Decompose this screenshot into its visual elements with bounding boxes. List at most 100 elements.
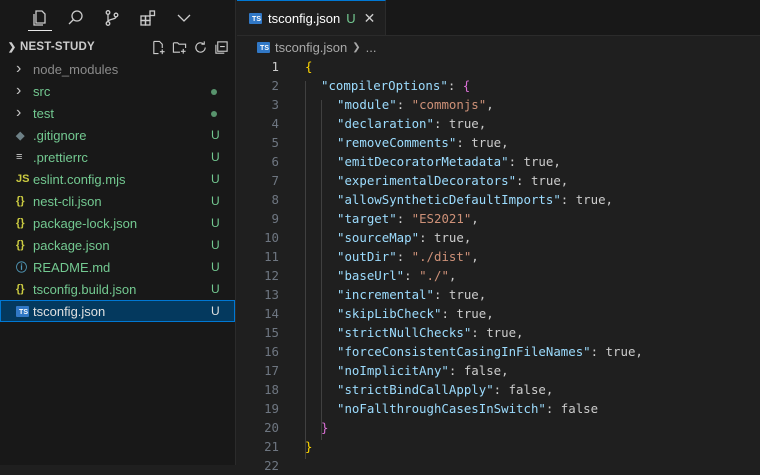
- code-area[interactable]: 1{2 "compilerOptions": {3 "module": "commo…: [237, 57, 760, 473]
- file-type-icon: {}: [16, 283, 25, 295]
- file-type-icon: ≡: [16, 151, 23, 163]
- code-line[interactable]: 21}: [237, 437, 760, 456]
- code-line[interactable]: 3 "module": "commonjs",: [237, 95, 760, 114]
- new-file-icon[interactable]: [151, 40, 166, 55]
- code-line[interactable]: 8 "allowSyntheticDefaultImports": true,: [237, 190, 760, 209]
- breadcrumb-more[interactable]: ...: [366, 40, 377, 55]
- code-token: : true,: [508, 154, 561, 169]
- chevron-right-icon[interactable]: ›: [16, 82, 33, 100]
- code-line[interactable]: 17 "noImplicitAny": false,: [237, 361, 760, 380]
- tree-folder[interactable]: › src: [0, 80, 235, 102]
- code-line[interactable]: 15 "strictNullChecks": true,: [237, 323, 760, 342]
- code-line[interactable]: 1{: [237, 57, 760, 76]
- code-token: "strictNullChecks": [337, 325, 472, 340]
- code-line[interactable]: 22: [237, 456, 760, 475]
- explorer-header[interactable]: ❯ NEST-STUDY: [0, 36, 235, 58]
- code-line[interactable]: 11 "outDir": "./dist",: [237, 247, 760, 266]
- tree-file[interactable]: ⓘ README.md U: [0, 256, 235, 278]
- line-number: 4: [271, 116, 279, 131]
- code-token: ,: [448, 268, 457, 283]
- line-number: 21: [264, 439, 279, 454]
- code-token: "removeComments": [337, 135, 457, 150]
- collapse-all-icon[interactable]: [214, 40, 229, 55]
- git-status-badge: U: [211, 260, 220, 274]
- more-chevron-icon[interactable]: [172, 6, 196, 30]
- code-line[interactable]: 19 "noFallthroughCasesInSwitch": false: [237, 399, 760, 418]
- source-control-icon[interactable]: [100, 6, 124, 30]
- tree-file[interactable]: {} nest-cli.json U: [0, 190, 235, 212]
- code-token: ,: [486, 97, 494, 112]
- line-content: "skipLibCheck": true,: [337, 306, 494, 321]
- tab-tsconfig[interactable]: TS tsconfig.json U ✕: [237, 0, 387, 35]
- code-token: }: [305, 439, 313, 454]
- search-icon[interactable]: [64, 6, 88, 30]
- git-status-badge: U: [211, 194, 220, 208]
- tree-file[interactable]: ◆ .gitignore U: [0, 124, 235, 146]
- breadcrumb-file[interactable]: tsconfig.json: [275, 40, 347, 55]
- tree-item-label: src: [33, 83, 51, 99]
- tree-item-label: tsconfig.build.json: [33, 281, 137, 297]
- collapse-chevron-icon[interactable]: ❯: [4, 42, 20, 53]
- line-content: "incremental": true,: [337, 287, 486, 302]
- line-content: {: [305, 59, 312, 74]
- tree-file[interactable]: {} package.json U: [0, 234, 235, 256]
- tree-folder[interactable]: › test: [0, 102, 235, 124]
- code-token: "incremental": [337, 287, 434, 302]
- code-line[interactable]: 7 "experimentalDecorators": true,: [237, 171, 760, 190]
- explorer-icon[interactable]: [28, 6, 52, 31]
- tab-git-status: U: [346, 10, 356, 26]
- refresh-icon[interactable]: [193, 40, 208, 55]
- file-tree: › node_modules › src › test ◆ .gitignore U ≡ .pret…: [0, 58, 235, 322]
- line-number: 11: [264, 249, 279, 264]
- file-type-icon: ⓘ: [16, 262, 27, 274]
- chevron-right-icon[interactable]: ›: [16, 104, 33, 122]
- tree-file[interactable]: JS eslint.config.mjs U: [0, 168, 235, 190]
- git-status-badge: U: [211, 282, 220, 296]
- code-token: : true,: [560, 192, 614, 207]
- code-line[interactable]: 13 "incremental": true,: [237, 285, 760, 304]
- tree-file[interactable]: {} tsconfig.build.json U: [0, 278, 235, 300]
- code-line[interactable]: 14 "skipLibCheck": true,: [237, 304, 760, 323]
- tree-file[interactable]: TS tsconfig.json U: [0, 300, 235, 322]
- chevron-right-icon[interactable]: ›: [16, 60, 33, 78]
- code-line[interactable]: 9 "target": "ES2021",: [237, 209, 760, 228]
- code-token: : true,: [516, 173, 569, 188]
- code-line[interactable]: 6 "emitDecoratorMetadata": true,: [237, 152, 760, 171]
- tree-folder[interactable]: › node_modules: [0, 58, 235, 80]
- code-line[interactable]: 20}: [237, 418, 760, 437]
- workspace-title: NEST-STUDY: [20, 41, 95, 53]
- tree-item-label: .prettierrc: [33, 149, 88, 165]
- code-token: "forceConsistentCasingInFileNames": [337, 344, 591, 359]
- git-status-badge: U: [211, 216, 220, 230]
- tab-label: tsconfig.json: [268, 10, 341, 26]
- code-line[interactable]: 4 "declaration": true,: [237, 114, 760, 133]
- code-line[interactable]: 16 "forceConsistentCasingInFileNames": tr…: [237, 342, 760, 361]
- code-token: :: [396, 249, 412, 264]
- code-token: : true,: [471, 325, 524, 340]
- tree-item-label: README.md: [33, 259, 111, 275]
- code-line[interactable]: 12 "baseUrl": "./",: [237, 266, 760, 285]
- tree-file[interactable]: ≡ .prettierrc U: [0, 146, 235, 168]
- line-content: "declaration": true,: [337, 116, 486, 131]
- tree-item-label: eslint.config.mjs: [33, 171, 126, 187]
- git-status-badge: U: [211, 128, 220, 142]
- new-folder-icon[interactable]: [172, 40, 187, 55]
- code-line[interactable]: 10 "sourceMap": true,: [237, 228, 760, 247]
- code-token: "skipLibCheck": [337, 306, 442, 321]
- line-content: "experimentalDecorators": true,: [337, 173, 568, 188]
- code-token: "target": [337, 211, 397, 226]
- code-token: "noFallthroughCasesInSwitch": [337, 401, 546, 416]
- line-number: 10: [264, 230, 279, 245]
- code-line[interactable]: 18 "strictBindCallApply": false,: [237, 380, 760, 399]
- line-content: "noFallthroughCasesInSwitch": false: [337, 401, 598, 416]
- code-line[interactable]: 5 "removeComments": true,: [237, 133, 760, 152]
- extensions-icon[interactable]: [136, 6, 160, 30]
- line-number: 22: [264, 458, 279, 473]
- tree-item-label: tsconfig.json: [33, 303, 106, 319]
- close-icon[interactable]: ✕: [364, 10, 376, 27]
- git-status-badge: U: [211, 172, 220, 186]
- code-line[interactable]: 2 "compilerOptions": {: [237, 76, 760, 95]
- code-token: :: [404, 268, 420, 283]
- tree-file[interactable]: {} package-lock.json U: [0, 212, 235, 234]
- code-token: : false,: [448, 363, 509, 378]
